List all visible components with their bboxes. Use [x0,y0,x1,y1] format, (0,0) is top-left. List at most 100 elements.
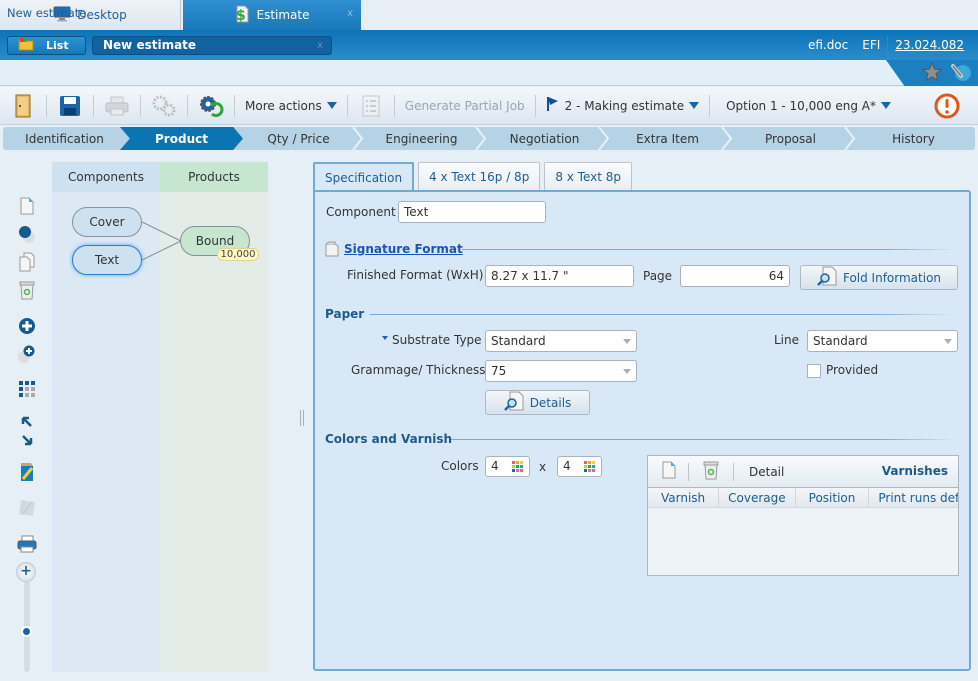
varnishes-grid: Detail Varnishes Varnish Coverage Positi… [647,455,959,576]
document-tab-label: New estimate [103,38,197,52]
page-field[interactable]: 64 [680,265,790,287]
component-field[interactable]: Text [398,201,546,223]
close-tab-icon[interactable]: x [347,8,353,19]
step-label: Proposal [765,131,816,146]
status-label: 2 - Making estimate [564,98,685,113]
user-domain: efi.doc [807,38,849,52]
expand-caret-icon[interactable] [382,336,388,340]
main-toolbar: More actions Generate Partial Job 2 - Ma… [0,87,978,125]
finished-format-field[interactable]: 8.27 x 11.7 " [485,265,634,287]
grammage-select[interactable]: 75 [485,360,637,382]
component-label: Component [326,205,396,219]
panel-splitter-handle[interactable] [300,410,304,426]
column-header-varnish[interactable]: Varnish [648,488,720,507]
link-globe-icon[interactable] [950,62,972,85]
checklist-icon [358,93,384,119]
column-header-position[interactable]: Position [796,488,870,507]
add-sub-icon[interactable] [17,344,37,364]
paper-details-button[interactable]: Details [485,390,590,415]
substrate-type-value: Standard [491,334,546,348]
varnish-detail-button[interactable]: Detail [749,465,784,479]
tab-text-8p[interactable]: 8 x Text 8p [544,162,633,191]
line-select[interactable]: Standard [807,330,958,352]
move-up-arrow-icon[interactable] [17,412,37,432]
list-button[interactable]: List [7,36,86,55]
details-label: Details [529,395,572,410]
varnishes-toolbar: Detail Varnishes [648,456,958,488]
substrate-type-select[interactable]: Standard [485,330,637,352]
step-label: Negotiation [509,131,580,146]
step-label: Engineering [385,131,458,146]
user-info: efi.doc EFI 23.024.082 [801,30,971,60]
exit-door-icon[interactable] [10,93,36,119]
step-label: Extra Item [636,131,699,146]
new-document-icon[interactable] [17,196,37,216]
recycle-bin-icon[interactable] [17,280,37,300]
workflow-steps: Identification Product Qty / Price Engineer… [3,127,975,150]
step-engineering[interactable]: Engineering [360,127,487,150]
add-circle-shadow-icon[interactable] [17,224,37,244]
product-quantity-badge: 10,000 [217,248,259,261]
grid-layout-icon[interactable] [17,379,37,399]
step-history[interactable]: History [852,127,975,150]
colors-times-label: x [539,460,547,474]
components-column: Components [52,162,160,672]
document-tab-new-estimate[interactable]: New estimate x [92,36,332,55]
step-extra-item[interactable]: Extra Item [606,127,733,150]
save-icon[interactable] [57,93,83,119]
color-palette-icon[interactable] [512,461,523,472]
component-node-cover[interactable]: Cover [72,207,142,237]
step-label: Product [155,131,208,146]
printer-icon[interactable] [17,534,37,554]
new-varnish-icon[interactable] [662,461,676,482]
step-identification[interactable]: Identification [3,127,126,150]
generate-partial-job-button[interactable]: Generate Partial Job [395,99,535,113]
flag-icon [546,96,560,115]
grammage-value: 75 [491,364,507,378]
tab-estimate[interactable]: $ Estimate x [183,0,361,30]
varnishes-header-row: Varnish Coverage Position Print runs def… [648,488,958,508]
copy-documents-icon[interactable] [17,252,37,272]
toolbar-divider [140,94,141,117]
company-name: EFI [862,38,881,52]
tab-specification[interactable]: Specification [313,162,415,192]
tab-text-16p-8p[interactable]: 4 x Text 16p / 8p [418,162,541,191]
colors-front-field[interactable]: 4 [485,456,530,477]
column-header-print-runs-defined[interactable]: Print runs defined [869,488,958,507]
version-link[interactable]: 23.024.082 [888,38,971,52]
color-palette-icon[interactable] [584,461,595,472]
add-icon[interactable] [17,316,37,336]
more-actions-menu[interactable]: More actions [235,99,347,113]
column-header-coverage[interactable]: Coverage [719,488,796,507]
signature-format-link[interactable]: Signature Format [344,242,463,256]
close-document-icon[interactable]: x [317,37,323,54]
zoom-in-icon[interactable]: + [16,562,36,582]
star-icon[interactable] [921,61,943,85]
toolbar-divider [187,94,188,117]
option-dropdown[interactable]: Option 1 - 10,000 eng A* [710,99,901,113]
line-value: Standard [813,334,868,348]
folder-icon [18,37,34,54]
section-divider [462,249,957,250]
paper-section-title: Paper [325,307,365,321]
colors-back-value: 4 [563,459,571,473]
step-product[interactable]: Product [120,127,243,150]
gear-refresh-icon[interactable] [198,93,224,119]
step-negotiation[interactable]: Negotiation [483,127,610,150]
package-icon[interactable] [17,462,37,482]
varnishes-title: Varnishes [881,464,948,478]
step-label: History [892,131,935,146]
delete-varnish-icon[interactable] [703,460,719,483]
step-qty-price[interactable]: Qty / Price [237,127,364,150]
component-node-text[interactable]: Text [72,245,142,275]
fold-information-button[interactable]: Fold Information [800,265,958,290]
step-proposal[interactable]: Proposal [729,127,856,150]
alert-icon[interactable] [934,93,960,119]
zoom-slider-thumb[interactable] [21,626,32,637]
provided-checkbox[interactable] [807,364,821,378]
colors-back-field[interactable]: 4 [557,456,602,477]
move-down-arrow-icon[interactable] [17,430,37,450]
chevron-down-icon [623,339,631,344]
more-actions-label: More actions [245,98,322,113]
status-dropdown[interactable]: 2 - Making estimate [536,96,709,115]
